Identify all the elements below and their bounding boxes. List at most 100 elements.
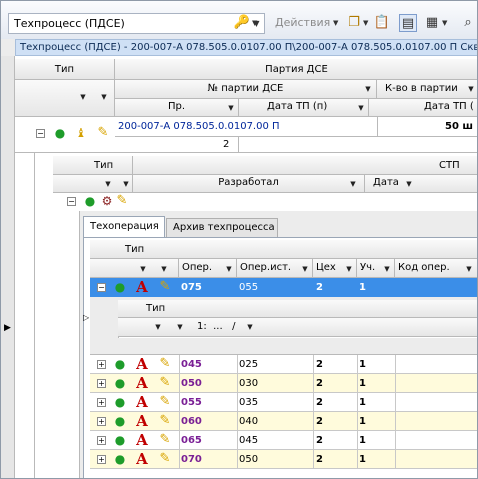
chevron-down-icon[interactable]: ▼: [174, 321, 186, 333]
column-header-party[interactable]: Партия ДСЕ: [115, 59, 477, 80]
chevron-down-icon[interactable]: ▼: [244, 321, 256, 333]
divider: [357, 450, 358, 469]
operation-row[interactable]: + ● A ✎ 050 030 2 1: [90, 374, 477, 393]
collapse-icon[interactable]: −: [97, 283, 106, 292]
current-row-arrow-icon: ▶: [4, 323, 11, 333]
view-icon[interactable]: ▤: [399, 14, 417, 32]
edit-icon[interactable]: ✎: [157, 413, 173, 429]
tab-operation[interactable]: Техоперация: [83, 216, 165, 237]
search-icon[interactable]: ⌕: [459, 14, 477, 32]
divider: [357, 374, 358, 393]
chevron-down-icon[interactable]: ▼: [137, 263, 149, 275]
chevron-down-icon[interactable]: ▼: [355, 102, 367, 114]
column-header-party-no[interactable]: № партии ДСЕ: [115, 80, 377, 99]
op-oper: 060: [181, 416, 202, 427]
collapse-icon[interactable]: −: [36, 129, 45, 138]
column-header-type[interactable]: Тип: [15, 59, 115, 80]
operation-row[interactable]: + ● A ✎ 065 045 2 1: [90, 431, 477, 450]
divider: [179, 412, 180, 431]
chevron-down-icon[interactable]: ▼: [381, 263, 393, 275]
chevron-down-icon[interactable]: ▼: [343, 263, 355, 275]
column-header-qty[interactable]: К-во в партии: [377, 80, 477, 99]
key-icon[interactable]: 🔑: [233, 14, 251, 32]
chevron-down-icon[interactable]: ▼: [252, 14, 260, 32]
edit-icon[interactable]: ✎: [95, 125, 111, 141]
chevron-down-icon[interactable]: ▼: [442, 14, 450, 32]
current-row-arrow-icon: ▷: [83, 313, 90, 322]
expand-icon[interactable]: +: [97, 360, 106, 369]
op-sect: 1: [359, 359, 366, 370]
chevron-down-icon[interactable]: ▼: [102, 178, 114, 190]
op-shop: 2: [316, 378, 323, 389]
actions-menu[interactable]: Действия: [275, 16, 330, 29]
chevron-down-icon[interactable]: ▼: [223, 263, 235, 275]
letter-a-icon: A: [136, 450, 148, 468]
divider: [237, 374, 238, 393]
expand-icon[interactable]: +: [97, 455, 106, 464]
copy-icon[interactable]: ❐: [345, 14, 363, 32]
subgrid-header-type[interactable]: Тип: [118, 300, 477, 318]
chevron-down-icon[interactable]: ▼: [98, 91, 110, 103]
op-sect: 1: [359, 416, 366, 427]
chevron-down-icon[interactable]: ▼: [347, 178, 359, 190]
collapse-icon[interactable]: −: [67, 197, 76, 206]
edit-icon[interactable]: ✎: [157, 451, 173, 467]
divider: [179, 393, 180, 412]
divider: [313, 431, 314, 450]
column-header-date-tp-n[interactable]: Дата ТП (п): [239, 99, 369, 117]
stp-header-type[interactable]: Тип: [53, 156, 133, 175]
op-src: 055: [239, 282, 259, 293]
op-src: 030: [239, 378, 259, 389]
expand-icon[interactable]: +: [97, 379, 106, 388]
expand-icon[interactable]: +: [97, 417, 106, 426]
divider: [395, 431, 396, 450]
operation-row[interactable]: + ● A ✎ 055 035 2 1: [90, 393, 477, 412]
operation-row[interactable]: + ● A ✎ 070 050 2 1: [90, 450, 477, 469]
chevron-down-icon[interactable]: ▼: [463, 263, 475, 275]
edit-icon[interactable]: ✎: [114, 193, 130, 209]
stp-header-stp[interactable]: СТП: [133, 156, 477, 175]
chevron-down-icon[interactable]: ▼: [152, 321, 164, 333]
expand-icon[interactable]: +: [97, 436, 106, 445]
chevron-down-icon[interactable]: ▼: [158, 263, 170, 275]
divider: [237, 431, 238, 450]
op-sect: 1: [359, 454, 366, 465]
chevron-down-icon[interactable]: ▼: [77, 91, 89, 103]
status-ok-icon: ●: [114, 280, 126, 294]
column-header-pr[interactable]: Пр.: [115, 99, 239, 117]
stp-header-date[interactable]: Дата: [365, 175, 477, 193]
operation-row[interactable]: + ● A ✎ 060 040 2 1: [90, 412, 477, 431]
chevron-down-icon[interactable]: ▼: [333, 14, 341, 32]
expand-icon[interactable]: +: [97, 398, 106, 407]
edit-icon[interactable]: ✎: [157, 356, 173, 372]
chevron-down-icon[interactable]: ▼: [362, 83, 374, 95]
edit-icon[interactable]: ✎: [157, 432, 173, 448]
chevron-down-icon[interactable]: ▼: [363, 14, 371, 32]
op-shop: 2: [316, 282, 323, 293]
stp-header-developed[interactable]: Разработал: [133, 175, 365, 193]
view-selector[interactable]: Техпроцесс (ПДСЕ): [8, 13, 265, 34]
tab-archive[interactable]: Архив техпроцесса: [166, 218, 278, 237]
divider: [313, 412, 314, 431]
ops-header-type[interactable]: Тип: [90, 240, 477, 259]
chevron-down-icon[interactable]: ▼: [403, 178, 415, 190]
edit-icon[interactable]: ✎: [157, 394, 173, 410]
chevron-down-icon[interactable]: ▼: [299, 263, 311, 275]
divider: [179, 355, 180, 374]
divider: [237, 355, 238, 374]
party-number: 200-007-А 078.505.0.0107.00 П: [118, 121, 280, 132]
column-header-date-tp[interactable]: Дата ТП (: [369, 99, 477, 117]
chevron-down-icon[interactable]: ▼: [465, 83, 477, 95]
status-ok-icon: ●: [84, 194, 96, 208]
chevron-down-icon[interactable]: ▼: [225, 102, 237, 114]
chevron-down-icon[interactable]: ▼: [120, 178, 132, 190]
status-ok-icon: ●: [114, 357, 126, 371]
edit-icon[interactable]: ✎: [157, 279, 173, 295]
divider: [313, 450, 314, 469]
edit-icon[interactable]: ✎: [157, 375, 173, 391]
operation-row[interactable]: + ● A ✎ 045 025 2 1: [90, 355, 477, 374]
clipboard-icon[interactable]: 📋: [373, 14, 391, 32]
layout-icon[interactable]: ▦: [423, 14, 441, 32]
divider: [357, 412, 358, 431]
op-oper: 055: [181, 397, 202, 408]
